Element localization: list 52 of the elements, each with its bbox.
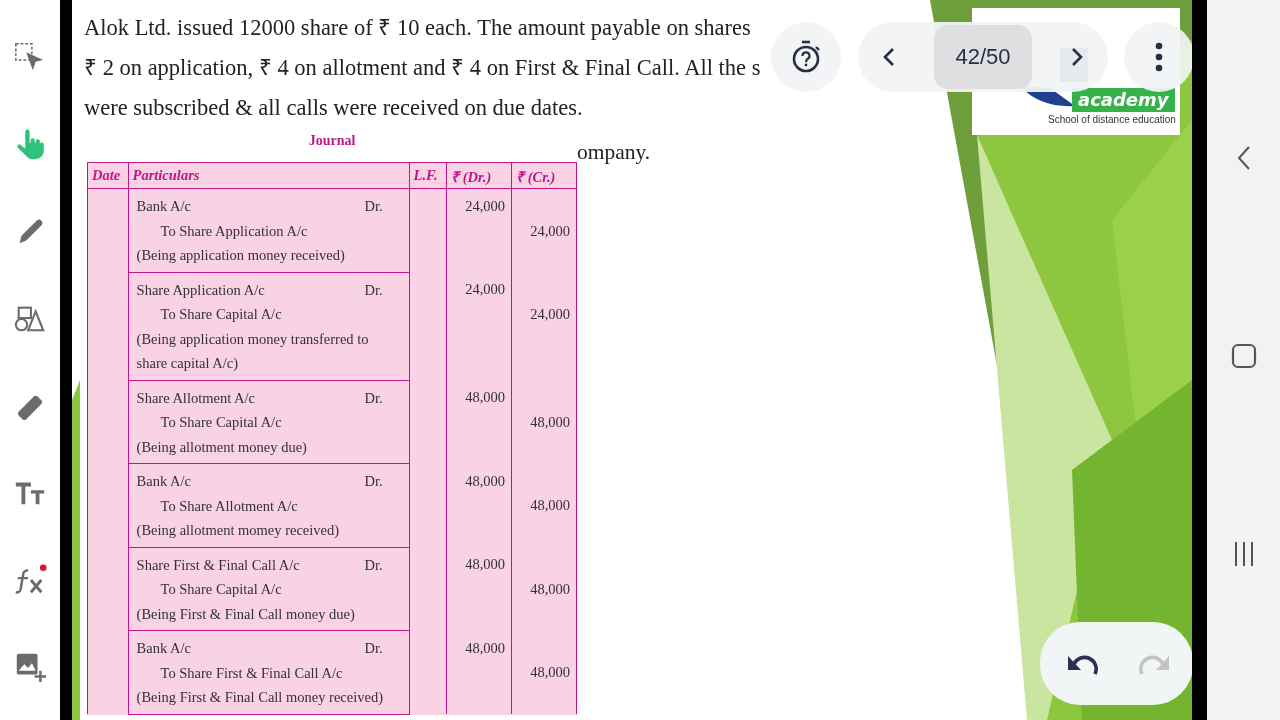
back-icon[interactable] [1236,145,1251,171]
credit-account: To Share Capital A/c [159,580,283,599]
page-counter[interactable]: 42/50 [934,25,1032,89]
narration-text: (Being application money received) [136,246,346,265]
logo-tagline: School of distance education [1048,114,1176,125]
debit-mark: Dr. [364,197,383,216]
home-icon[interactable] [1230,343,1257,369]
logo-badge: academy [1072,88,1175,112]
debit-mark: Dr. [364,280,383,300]
credit-account: To Share Capital A/c [159,413,283,432]
debit-amount: 24,000 [464,280,506,299]
debit-account: Bank A/c [136,472,191,491]
next-page-icon[interactable] [1070,46,1084,68]
debit-account: Share First & Final Call A/c [136,555,300,575]
credit-amount: 24,000 [529,304,570,324]
journal-title: Journal [307,132,357,150]
narration-text: (Being allotment momey received) [136,521,341,540]
column-header: L.F. [409,162,447,189]
debit-account: Bank A/c [136,639,191,658]
debit-amount: 24,000 [464,197,506,216]
credit-amount: 24,000 [529,221,570,241]
narration-text: (Being allotment money due) [136,437,308,457]
narration-text: (Being First & Final Call money due) [136,604,356,624]
previous-page-icon[interactable] [882,46,896,68]
debit-account: Share Allotment A/c [136,388,255,408]
credit-amount: 48,000 [529,579,570,599]
debit-amount: 48,000 [464,638,506,658]
debit-amount: 48,000 [464,471,506,491]
problem-text: Alok Ltd. issued 12000 share of ₹ 10 each. The amount payable on shares ₹ 2 on application, ₹ 4 on allotment and ₹ 4 on First & Final Call. All the s were subscribed & all calls were received on due dates. [84,14,761,122]
problem-text-fragment: ompany. [577,140,651,165]
debit-mark: Dr. [364,388,383,408]
credit-amount: 48,000 [529,663,570,682]
credit-amount: 48,000 [529,496,570,515]
debit-account: Bank A/c [136,197,191,216]
credit-account: To Share First & Final Call A/c [159,663,344,683]
credit-account: To Share Capital A/c [159,305,283,324]
credit-account: To Share Allotment A/c [159,496,299,516]
column-header: ₹ (Cr.) [511,162,577,189]
column-header: ₹ (Dr.) [446,162,512,189]
column-header: Date [87,162,129,189]
debit-mark: Dr. [364,555,383,575]
debit-mark: Dr. [364,472,383,491]
debit-account: Share Application A/c [136,280,265,300]
debit-amount: 48,000 [464,555,506,574]
narration-text: (Being application money transferred to share capital A/c) [136,329,370,373]
credit-amount: 48,000 [529,412,570,432]
recents-icon[interactable] [1232,541,1255,567]
debit-mark: Dr. [364,639,383,658]
column-header: Particulars [128,162,410,189]
credit-account: To Share Application A/c [159,221,309,241]
narration-text: (Being First & Final Call money received) [136,688,384,707]
debit-amount: 48,000 [464,388,506,407]
